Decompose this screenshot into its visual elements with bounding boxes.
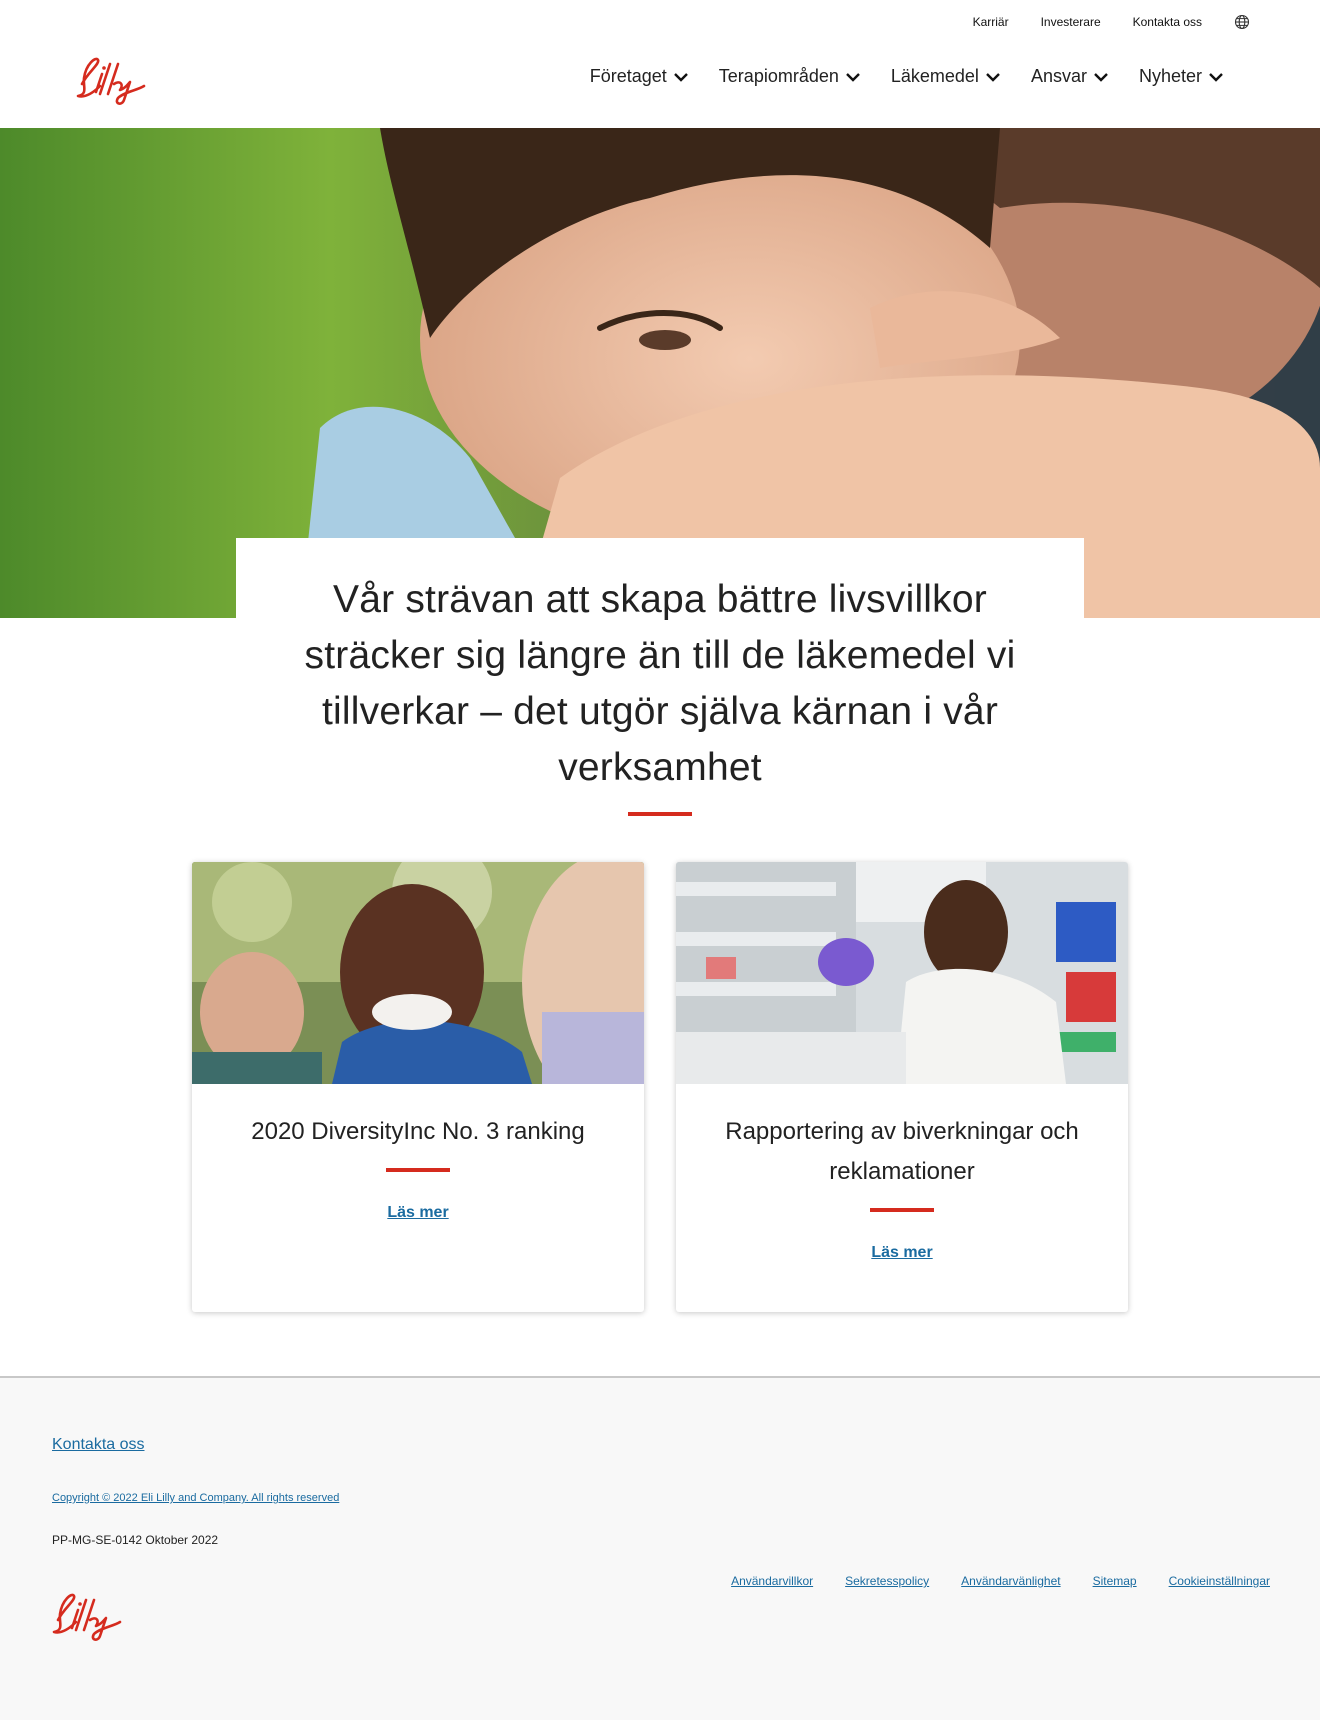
globe-icon[interactable] [1234, 14, 1250, 30]
card-adverse-events: Rapportering av biverkningar och reklama… [676, 862, 1128, 1312]
footer-legal-nav: Användarvillkor Sekretesspolicy Användar… [731, 1574, 1270, 1588]
read-more-link[interactable]: Läs mer [676, 1244, 1128, 1262]
utility-link-investors[interactable]: Investerare [1041, 15, 1101, 29]
lilly-logo[interactable] [74, 54, 166, 106]
chevron-down-icon [1094, 72, 1108, 82]
footer-contact-link[interactable]: Kontakta oss [52, 1436, 145, 1454]
accent-divider [386, 1168, 450, 1172]
utility-link-career[interactable]: Karriär [973, 15, 1009, 29]
card-image-friends [192, 862, 644, 1084]
nav-item-terapiomraden[interactable]: Terapiområden [719, 66, 861, 87]
nav-label: Nyheter [1138, 66, 1202, 86]
nav-label: Läkemedel [890, 66, 979, 86]
footer-link-accessibility[interactable]: Användarvänlighet [961, 1574, 1060, 1588]
utility-nav: Karriär Investerare Kontakta oss [973, 12, 1250, 32]
nav-item-ansvar[interactable]: Ansvar [1031, 66, 1109, 87]
chevron-down-icon [986, 72, 1000, 82]
nav-item-foretaget[interactable]: Företaget [590, 66, 689, 87]
accent-divider [870, 1208, 934, 1212]
card-diversityinc: 2020 DiversityInc No. 3 ranking Läs mer [192, 862, 644, 1312]
footer-copyright-link[interactable]: Copyright © 2022 Eli Lilly and Company. … [52, 1492, 339, 1504]
site-header: Karriär Investerare Kontakta oss Företag… [0, 0, 1320, 128]
nav-item-lakemedel[interactable]: Läkemedel [891, 66, 1001, 87]
site-footer: Kontakta oss Copyright © 2022 Eli Lilly … [0, 1376, 1320, 1720]
footer-document-code: PP-MG-SE-0142 Oktober 2022 [52, 1533, 219, 1547]
nav-label: Terapiområden [718, 66, 839, 86]
chevron-down-icon [673, 72, 688, 82]
accent-divider [628, 812, 692, 816]
card-image-lab [676, 862, 1128, 1084]
read-more-link[interactable]: Läs mer [192, 1204, 644, 1222]
card-title: Rapportering av biverkningar och reklama… [725, 1118, 1079, 1185]
nav-label: Ansvar [1030, 66, 1087, 86]
footer-link-sitemap[interactable]: Sitemap [1093, 1574, 1137, 1588]
footer-link-privacy[interactable]: Sekretesspolicy [845, 1574, 929, 1588]
lilly-footer-logo[interactable] [50, 1590, 142, 1642]
mission-quote: Vår strävan att skapa bättre livsvillkor… [304, 578, 1016, 789]
nav-item-nyheter[interactable]: Nyheter [1139, 66, 1224, 87]
main-nav: Företaget Terapiområden Läkemedel Ansvar… [590, 66, 1224, 87]
mission-quote-box: Vår strävan att skapa bättre livsvillkor… [236, 538, 1084, 816]
footer-link-terms[interactable]: Användarvillkor [731, 1574, 813, 1588]
utility-link-contact[interactable]: Kontakta oss [1133, 15, 1202, 29]
footer-link-cookies[interactable]: Cookieinställningar [1169, 1574, 1270, 1588]
chevron-down-icon [1209, 72, 1223, 82]
chevron-down-icon [846, 72, 860, 82]
nav-label: Företaget [589, 66, 667, 86]
card-title: 2020 DiversityInc No. 3 ranking [251, 1118, 585, 1145]
